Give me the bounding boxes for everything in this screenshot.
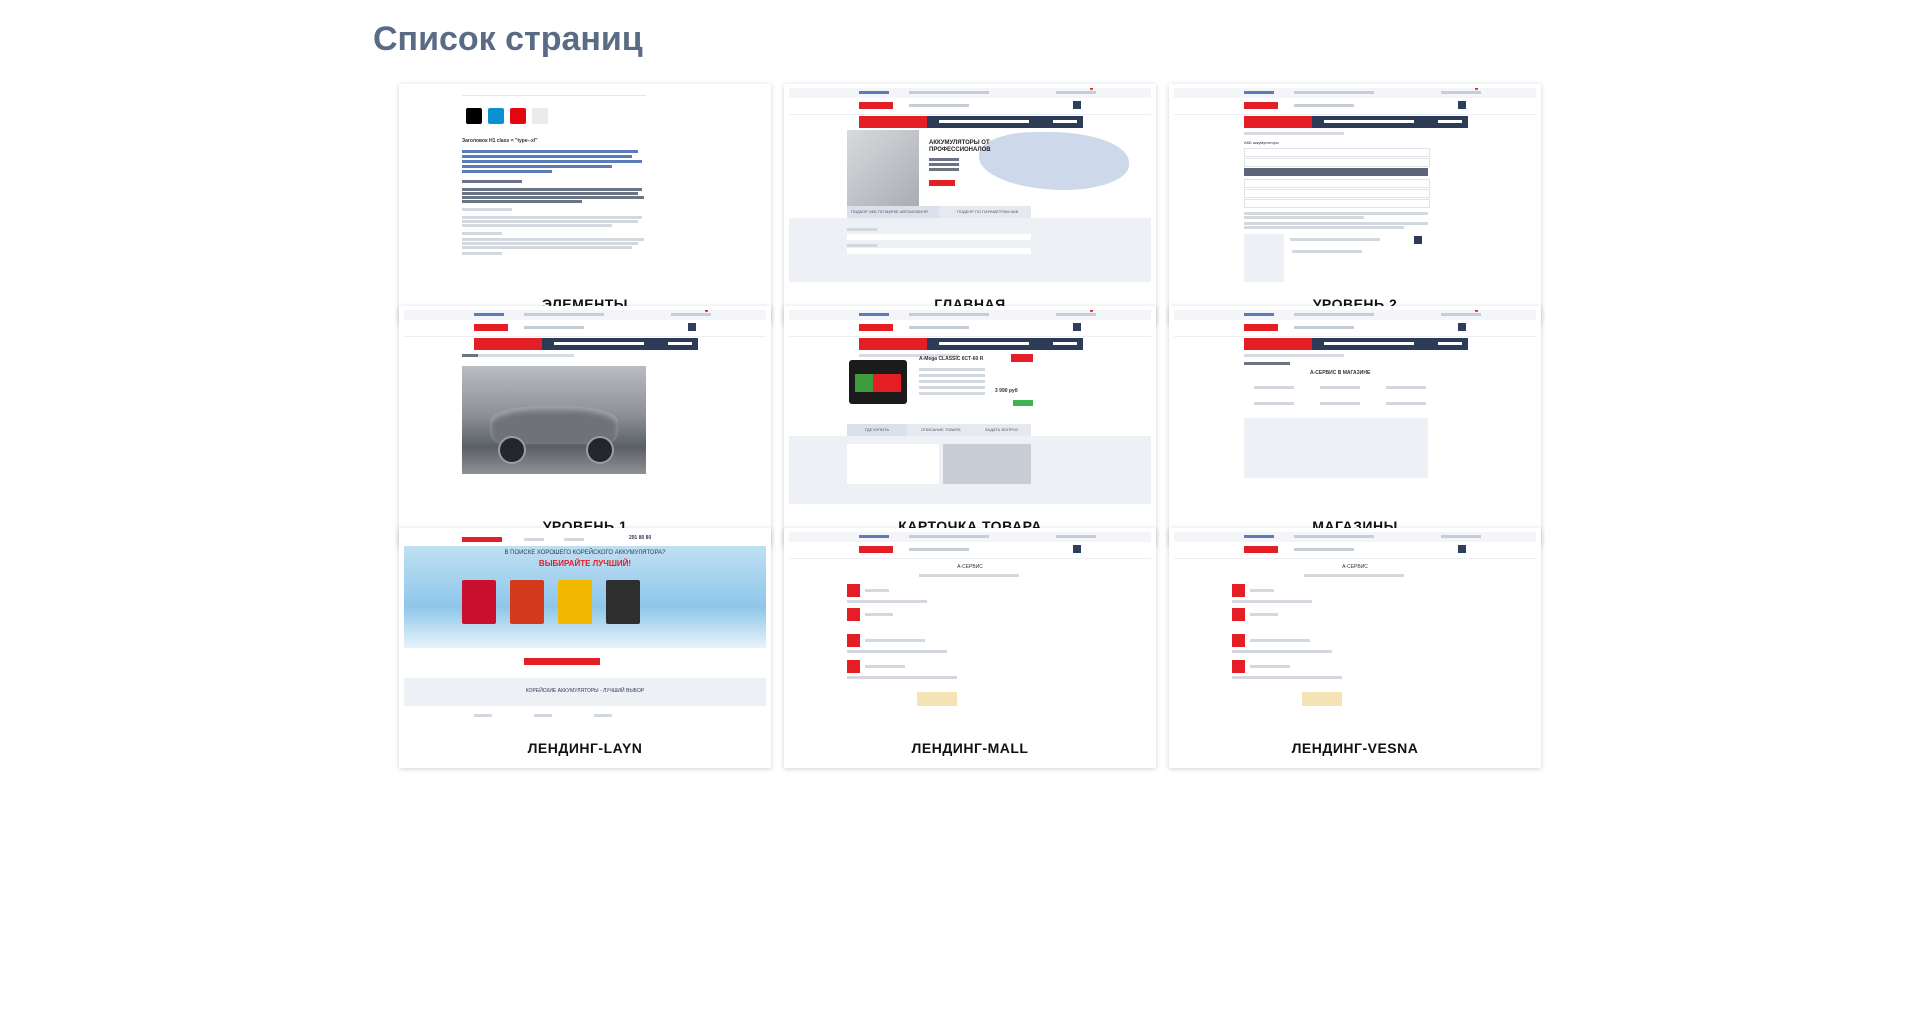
page-thumbnail bbox=[404, 310, 766, 504]
layn-bottom: КОРЕЙСКИЕ АККУМУЛЯТОРЫ - ЛУЧШИЙ ВЫБОР bbox=[525, 688, 645, 694]
car-photo bbox=[462, 366, 646, 474]
battery-image bbox=[849, 360, 907, 404]
color-swatch bbox=[532, 108, 548, 124]
level2-title: АКБ аккумуляторы bbox=[1244, 140, 1279, 145]
product-price: 3 990 руб bbox=[995, 388, 1018, 394]
brand-logo bbox=[1011, 354, 1033, 362]
mall-title: А-СЕРВИС bbox=[957, 564, 983, 570]
home-tab-params: ПОДБОР ПО ПАРАМЕТРАМ АКБ bbox=[957, 209, 1019, 214]
page-thumbnail: 291 80 80 В ПОИСКЕ ХОРОШЕГО КОРЕЙСКОГО А… bbox=[404, 532, 766, 726]
layn-phone: 291 80 80 bbox=[629, 535, 652, 541]
elements-heading: Заголовок H1 class = "type--xl" bbox=[462, 138, 538, 144]
home-heading: АККУМУЛЯТОРЫ ОТ ПРОФЕССИОНАЛОВ bbox=[929, 140, 991, 153]
page-card-shops[interactable]: А-СЕРВИС В МАГАЗИНЕ МАГАЗИНЫ bbox=[1169, 306, 1541, 546]
product-tab-ask: ЗАДАТЬ ВОПРОС bbox=[985, 427, 1019, 432]
page-thumbnail: АКБ аккумуляторы bbox=[1174, 88, 1536, 282]
battery-image bbox=[606, 580, 640, 624]
product-tab-desc: ОПИСАНИЕ ТОВАРА bbox=[921, 427, 961, 432]
color-swatch bbox=[466, 108, 482, 124]
product-tab-where: ГДЕ КУПИТЬ bbox=[865, 427, 890, 432]
page-card-landing-vesna[interactable]: А-СЕРВИС ЛЕНДИНГ-VESNA bbox=[1169, 528, 1541, 768]
page-card-level2[interactable]: АКБ аккумуляторы УРОВЕНЬ 2 bbox=[1169, 84, 1541, 324]
page-card-home[interactable]: АККУМУЛЯТОРЫ ОТ ПРОФЕССИОНАЛОВ ПОДБОР АК… bbox=[784, 84, 1156, 324]
page-thumbnail: А-СЕРВИС В МАГАЗИНЕ bbox=[1174, 310, 1536, 504]
page-title: Список страниц bbox=[373, 20, 643, 58]
card-label: ЛЕНДИНГ-LAYN bbox=[527, 740, 643, 756]
page-thumbnail: А-СЕРВИС bbox=[789, 532, 1151, 726]
home-tab-brand: ПОДБОР АКБ ПО МАРКЕ АВТОМОБИЛЯ bbox=[851, 209, 928, 214]
shops-title: А-СЕРВИС В МАГАЗИНЕ bbox=[1310, 370, 1371, 376]
layn-line1: В ПОИСКЕ ХОРОШЕГО КОРЕЙСКОГО АККУМУЛЯТОР… bbox=[504, 550, 666, 556]
card-label: ЛЕНДИНГ-MALL bbox=[911, 740, 1029, 756]
page-card-level1[interactable]: УРОВЕНЬ 1 bbox=[399, 306, 771, 546]
color-swatch bbox=[488, 108, 504, 124]
page-thumbnail: A-Mega CLASSIC 6СТ-60 R 3 990 руб ГДЕ КУ… bbox=[789, 310, 1151, 504]
page-thumbnail: Заголовок H1 class = "type--xl" bbox=[404, 88, 766, 282]
color-swatch bbox=[510, 108, 526, 124]
page-thumbnail: А-СЕРВИС bbox=[1174, 532, 1536, 726]
product-title: A-Mega CLASSIC 6СТ-60 R bbox=[919, 356, 984, 362]
page-card-landing-layn[interactable]: 291 80 80 В ПОИСКЕ ХОРОШЕГО КОРЕЙСКОГО А… bbox=[399, 528, 771, 768]
vesna-title: А-СЕРВИС bbox=[1342, 564, 1368, 570]
page-card-product[interactable]: A-Mega CLASSIC 6СТ-60 R 3 990 руб ГДЕ КУ… bbox=[784, 306, 1156, 546]
page-thumbnail: АККУМУЛЯТОРЫ ОТ ПРОФЕССИОНАЛОВ ПОДБОР АК… bbox=[789, 88, 1151, 282]
battery-image bbox=[558, 580, 592, 624]
page-card-elements[interactable]: Заголовок H1 class = "type--xl" ЭЛЕМЕНТЫ bbox=[399, 84, 771, 324]
battery-image bbox=[462, 580, 496, 624]
card-label: ЛЕНДИНГ-VESNA bbox=[1291, 740, 1419, 756]
layn-line2: ВЫБИРАЙТЕ ЛУЧШИЙ! bbox=[538, 559, 632, 568]
page-card-landing-mall[interactable]: А-СЕРВИС ЛЕНДИНГ-MALL bbox=[784, 528, 1156, 768]
battery-image bbox=[510, 580, 544, 624]
